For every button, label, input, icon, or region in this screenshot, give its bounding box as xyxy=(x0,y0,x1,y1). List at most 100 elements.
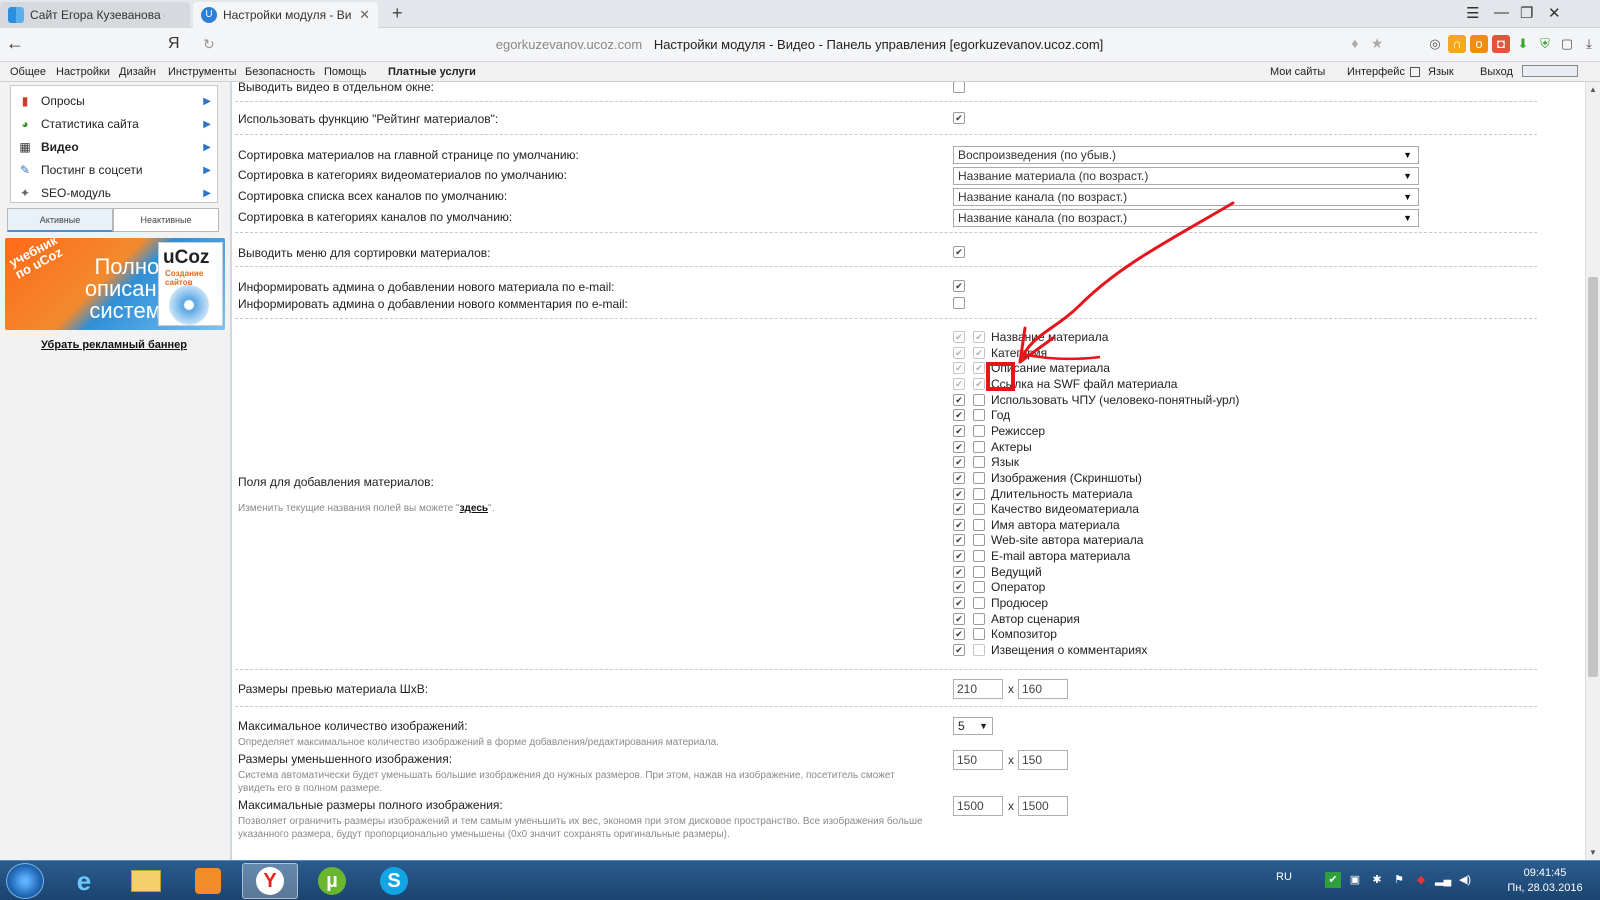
close-window-icon[interactable]: ✕ xyxy=(1548,4,1561,22)
field-required-checkbox[interactable] xyxy=(973,425,985,437)
field-required-checkbox[interactable] xyxy=(973,613,985,625)
menu-icon[interactable]: ☰ xyxy=(1466,4,1479,22)
checkbox-sort-menu[interactable] xyxy=(953,246,965,258)
menu-tools[interactable]: Инструменты xyxy=(168,66,237,78)
field-required-checkbox[interactable] xyxy=(973,534,985,546)
field-required-checkbox[interactable] xyxy=(973,550,985,562)
tab-module-settings[interactable]: U Настройки модуля - Видео ✕ xyxy=(193,2,378,28)
utorrent-icon[interactable]: µ xyxy=(304,863,360,899)
extension-headphones-icon[interactable]: ∩ xyxy=(1448,35,1466,53)
language-indicator[interactable]: RU xyxy=(1276,871,1292,883)
menu-my-sites[interactable]: Мои сайты xyxy=(1270,66,1325,78)
scroll-down-icon[interactable]: ▼ xyxy=(1589,848,1597,857)
tab-site[interactable]: Сайт Егора Кузеванова - Гла xyxy=(0,2,190,28)
field-enabled-checkbox[interactable] xyxy=(953,503,965,515)
extension-shield-icon[interactable]: ⛨ xyxy=(1536,35,1554,53)
skype-icon[interactable]: S xyxy=(366,863,422,899)
tab-active[interactable]: Активные xyxy=(7,208,113,232)
tab-inactive[interactable]: Неактивные xyxy=(113,208,219,232)
field-enabled-checkbox[interactable] xyxy=(953,362,965,374)
interface-checkbox[interactable] xyxy=(1410,67,1420,77)
select-sort-main[interactable]: Воспроизведения (по убыв.) xyxy=(953,146,1419,164)
reload-icon[interactable]: ↻ xyxy=(203,36,215,53)
checkbox-rating[interactable] xyxy=(953,112,965,124)
input-preview-height[interactable]: 160 xyxy=(1018,679,1068,699)
ie-icon[interactable]: e xyxy=(56,863,112,899)
input-preview-width[interactable]: 210 xyxy=(953,679,1003,699)
select-sort-channel-cats[interactable]: Название канала (по возраст.) xyxy=(953,209,1419,227)
extension-cloud-icon[interactable]: ◎ xyxy=(1426,35,1444,53)
sidebar-item-seo[interactable]: ✦ SEO-модуль ▶ xyxy=(17,182,211,204)
extension-download-icon[interactable]: ⬇ xyxy=(1514,35,1532,53)
extension-window-icon[interactable]: ▢ xyxy=(1558,35,1576,53)
protect-icon[interactable]: ♦ xyxy=(1347,35,1363,53)
sidebar-item-social[interactable]: ✎ Постинг в соцсети ▶ xyxy=(17,159,211,181)
input-thumb-width[interactable]: 150 xyxy=(953,750,1003,770)
field-enabled-checkbox[interactable] xyxy=(953,488,965,500)
menu-design[interactable]: Дизайн xyxy=(119,66,156,78)
field-enabled-checkbox[interactable] xyxy=(953,409,965,421)
url-field[interactable]: egorkuzevanov.ucoz.com Настройки модуля … xyxy=(222,33,1377,57)
tray-bluetooth-icon[interactable]: ✱ xyxy=(1369,872,1385,888)
tray-network-icon[interactable]: ▂▄ xyxy=(1435,872,1451,888)
field-required-checkbox[interactable] xyxy=(973,488,985,500)
vertical-scrollbar[interactable]: ▲ ▼ xyxy=(1585,82,1600,860)
field-enabled-checkbox[interactable] xyxy=(953,456,965,468)
input-full-width[interactable]: 1500 xyxy=(953,796,1003,816)
field-enabled-checkbox[interactable] xyxy=(953,519,965,531)
extension-download-arrow-icon[interactable]: ⤓ xyxy=(1580,35,1598,53)
sidebar-item-polls[interactable]: ▮ Опросы ▶ xyxy=(17,90,211,112)
field-enabled-checkbox[interactable] xyxy=(953,472,965,484)
field-required-checkbox[interactable] xyxy=(973,519,985,531)
menu-language[interactable]: Язык xyxy=(1428,66,1454,78)
back-arrow-icon[interactable]: ← xyxy=(6,33,24,54)
fields-rename-link[interactable]: здесь xyxy=(460,503,488,514)
tray-flag-icon[interactable]: ⚑ xyxy=(1391,872,1407,888)
width-slider[interactable] xyxy=(1522,65,1578,77)
sidebar-item-video[interactable]: ▦ Видео ▶ xyxy=(17,136,211,158)
minimize-icon[interactable]: — xyxy=(1494,4,1509,21)
field-enabled-checkbox[interactable] xyxy=(953,628,965,640)
field-enabled-checkbox[interactable] xyxy=(953,581,965,593)
field-required-checkbox[interactable] xyxy=(973,331,985,343)
field-enabled-checkbox[interactable] xyxy=(953,534,965,546)
field-enabled-checkbox[interactable] xyxy=(953,441,965,453)
close-tab-icon[interactable]: ✕ xyxy=(359,7,370,23)
tray-sync-icon[interactable]: ✔ xyxy=(1325,872,1341,888)
checkbox-separate-window[interactable] xyxy=(953,82,965,93)
field-required-checkbox[interactable] xyxy=(973,362,985,374)
clock[interactable]: 09:41:45 Пн, 28.03.2016 xyxy=(1500,866,1590,896)
field-enabled-checkbox[interactable] xyxy=(953,394,965,406)
field-enabled-checkbox[interactable] xyxy=(953,613,965,625)
field-enabled-checkbox[interactable] xyxy=(953,566,965,578)
menu-security[interactable]: Безопасность xyxy=(245,66,315,78)
field-required-checkbox[interactable] xyxy=(973,581,985,593)
select-max-images[interactable]: 5 xyxy=(953,717,993,735)
scroll-thumb[interactable] xyxy=(1588,277,1598,677)
new-tab-button[interactable]: + xyxy=(392,3,403,24)
tray-security-icon[interactable]: ◆ xyxy=(1413,872,1429,888)
field-enabled-checkbox[interactable] xyxy=(953,331,965,343)
field-enabled-checkbox[interactable] xyxy=(953,644,965,656)
menu-logout[interactable]: Выход xyxy=(1480,66,1513,78)
field-required-checkbox[interactable] xyxy=(973,503,985,515)
checkbox-notify-material[interactable] xyxy=(953,280,965,292)
sidebar-item-stats[interactable]: ◕ Статистика сайта ▶ xyxy=(17,113,211,135)
menu-help[interactable]: Помощь xyxy=(324,66,367,78)
menu-paid-services[interactable]: Платные услуги xyxy=(388,66,476,78)
extension-camera-icon[interactable]: ◘ xyxy=(1492,35,1510,53)
field-required-checkbox[interactable] xyxy=(973,472,985,484)
field-enabled-checkbox[interactable] xyxy=(953,597,965,609)
field-enabled-checkbox[interactable] xyxy=(953,425,965,437)
field-required-checkbox[interactable] xyxy=(973,394,985,406)
restore-icon[interactable]: ❐ xyxy=(1520,4,1533,22)
field-enabled-checkbox[interactable] xyxy=(953,378,965,390)
bookmark-star-icon[interactable]: ★ xyxy=(1369,35,1385,53)
ad-banner[interactable]: учебник по uCoz Полное описание системы u… xyxy=(5,238,225,330)
explorer-icon[interactable] xyxy=(118,863,174,899)
select-sort-channels[interactable]: Название канала (по возраст.) xyxy=(953,188,1419,206)
field-required-checkbox[interactable] xyxy=(973,566,985,578)
yandex-browser-icon[interactable]: Y xyxy=(242,863,298,899)
extension-odnoklassniki-icon[interactable]: o xyxy=(1470,35,1488,53)
media-player-icon[interactable] xyxy=(180,863,236,899)
